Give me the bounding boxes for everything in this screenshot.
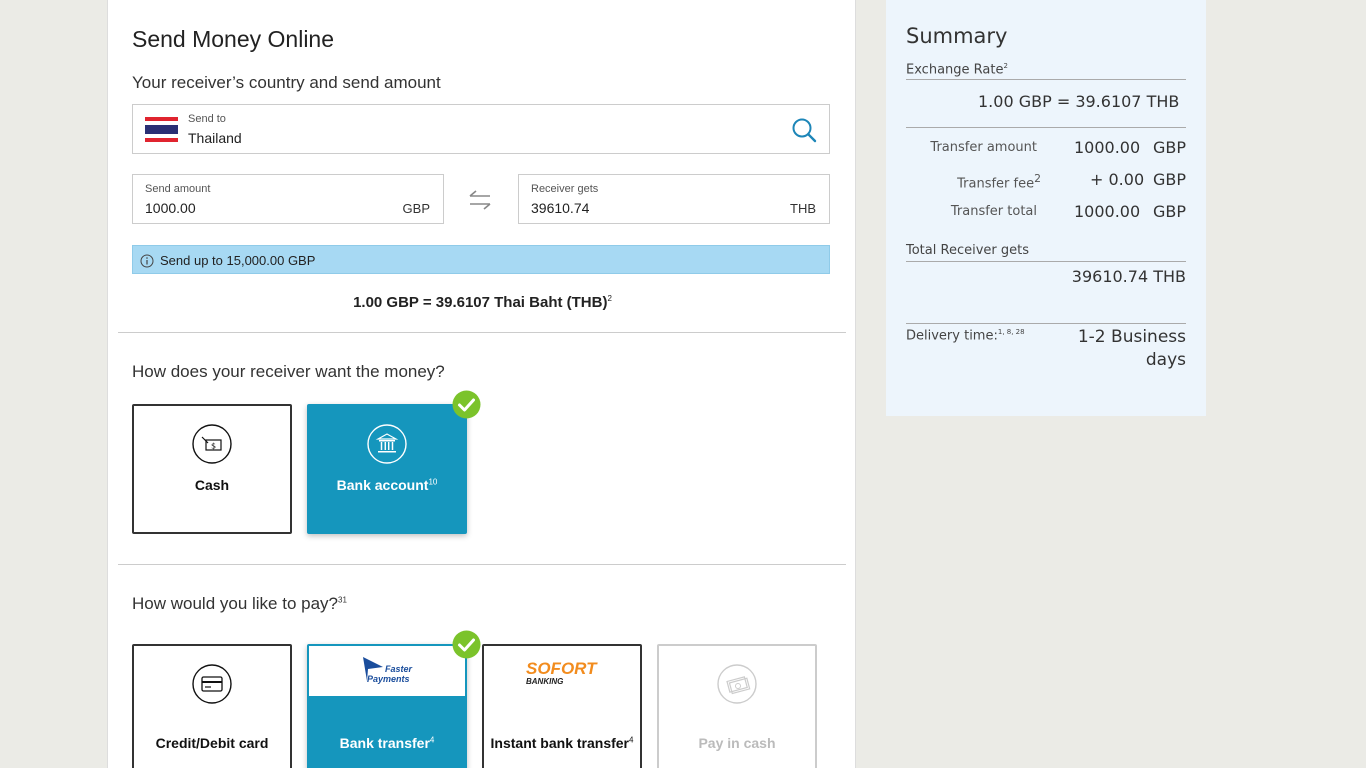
exchange-rate-line: 1.00 GBP = 39.6107 Thai Baht (THB)2 xyxy=(108,294,855,311)
summary-divider xyxy=(906,261,1186,262)
delivery-time-label-text: Delivery time: xyxy=(906,328,998,344)
country-amount-heading: Your receiver’s country and send amount xyxy=(132,73,441,92)
transfer-total-currency: GBP xyxy=(1152,202,1186,221)
delivery-time-label: Delivery time:1, 8, 28 xyxy=(906,328,1025,343)
exchange-rate-footnote[interactable]: 2 xyxy=(1003,62,1007,70)
pay-option-cash-label: Pay in cash xyxy=(659,735,815,751)
receive-method-heading: How does your receiver want the money? xyxy=(132,362,445,381)
pay-option-card-label: Credit/Debit card xyxy=(134,735,290,751)
exchange-rate-value: 1.00 GBP = 39.6107 THB xyxy=(978,92,1180,111)
send-to-label: Send to xyxy=(188,113,226,125)
pay-option-card-text: Credit/Debit card xyxy=(155,735,269,751)
delivery-time-value-line2: days xyxy=(1145,350,1186,370)
total-receiver-label: Total Receiver gets xyxy=(906,243,1029,258)
pay-option-bank-transfer-label: Bank transfer4 xyxy=(309,735,465,751)
faster-logo-text: Faster xyxy=(385,664,413,674)
pay-option-instant-transfer[interactable]: SOFORT BANKING Instant bank transfer4 xyxy=(482,644,642,768)
pay-method-heading: How would you like to pay?31 xyxy=(132,594,347,614)
receive-option-bank-footnote: 10 xyxy=(428,477,438,487)
send-amount-label: Send amount xyxy=(145,183,211,195)
transfer-total-value: 1000.00 xyxy=(1074,202,1141,221)
cash-bills-icon xyxy=(717,664,757,704)
send-limit-text: Send up to 15,000.00 GBP xyxy=(160,253,316,268)
bank-icon xyxy=(367,424,407,464)
sofort-logo-text: SOFORT xyxy=(526,659,598,678)
send-amount-field[interactable]: Send amount 1000.00 GBP xyxy=(132,174,444,224)
receiver-currency: THB xyxy=(790,201,816,216)
thailand-flag-icon xyxy=(145,117,178,142)
svg-text:$: $ xyxy=(211,442,216,451)
pay-option-bank-transfer[interactable]: Faster Payments Bank transfer4 xyxy=(307,644,467,768)
receive-option-bank-label: Bank account10 xyxy=(309,477,465,493)
faster-payments-logo-area: Faster Payments xyxy=(309,646,465,696)
total-receiver-value: 39610.74 THB xyxy=(1071,267,1186,286)
payments-logo-text: Payments xyxy=(367,674,410,684)
pay-method-text: How would you like to pay? xyxy=(132,594,339,613)
receive-option-cash-label: Cash xyxy=(134,477,290,493)
receiver-gets-field[interactable]: Receiver gets 39610.74 THB xyxy=(518,174,830,224)
summary-divider xyxy=(906,127,1186,128)
faster-payments-logo: Faster Payments xyxy=(363,657,413,684)
pay-option-instant-text: Instant bank transfer xyxy=(490,735,630,751)
exchange-rate-text: 1.00 GBP = 39.6107 Thai Baht (THB) xyxy=(353,294,608,311)
send-to-field[interactable]: Send to Thailand xyxy=(132,104,830,154)
credit-card-icon xyxy=(192,664,232,704)
pay-option-card[interactable]: Credit/Debit card xyxy=(132,644,292,768)
pay-option-bank-transfer-text: Bank transfer xyxy=(339,735,430,751)
rate-footnote[interactable]: 2 xyxy=(607,294,611,303)
selected-check-icon xyxy=(452,390,481,419)
transfer-amount-value: 1000.00 xyxy=(1074,138,1141,157)
pay-option-bank-transfer-footnote: 4 xyxy=(429,735,435,745)
transfer-fee-value: + 0.00 xyxy=(1090,170,1145,189)
send-money-panel: Send Money Online Your receiver’s countr… xyxy=(107,0,856,768)
exchange-rate-label: Exchange Rate2 xyxy=(906,62,1008,77)
exchange-rate-label-text: Exchange Rate xyxy=(906,62,1004,78)
receive-option-bank-account[interactable]: Bank account10 xyxy=(307,404,467,534)
pay-method-footnote[interactable]: 31 xyxy=(338,595,347,604)
info-icon xyxy=(140,254,154,268)
banking-logo-text: BANKING xyxy=(526,677,563,686)
swap-arrows-icon[interactable] xyxy=(466,188,494,212)
transfer-fee-footnote[interactable]: 2 xyxy=(1034,172,1041,185)
send-to-value: Thailand xyxy=(188,130,242,146)
pay-option-instant-label: Instant bank transfer4 xyxy=(484,735,640,751)
receive-option-bank-text: Bank account xyxy=(336,477,429,493)
receive-option-cash-text: Cash xyxy=(194,477,230,493)
transfer-fee-label: Transfer fee2 xyxy=(957,172,1041,191)
transfer-fee-label-text: Transfer fee xyxy=(957,176,1035,192)
pay-option-cash-text: Pay in cash xyxy=(698,735,776,751)
delivery-time-footnote[interactable]: 1, 8, 28 xyxy=(998,328,1025,336)
summary-panel: Summary Exchange Rate2 1.00 GBP = 39.610… xyxy=(886,0,1206,416)
transfer-fee-currency: GBP xyxy=(1152,170,1186,189)
transfer-total-label: Transfer total xyxy=(950,204,1037,219)
delivery-time-value-line1: 1-2 Business xyxy=(1077,327,1186,347)
receiver-gets-label: Receiver gets xyxy=(531,183,599,195)
send-amount-input[interactable]: 1000.00 xyxy=(145,200,196,216)
receiver-gets-input[interactable]: 39610.74 xyxy=(531,200,589,216)
summary-divider xyxy=(906,323,1186,324)
section-divider xyxy=(118,564,846,565)
receive-option-cash[interactable]: $ Cash xyxy=(132,404,292,534)
summary-title: Summary xyxy=(906,24,1008,48)
transfer-amount-currency: GBP xyxy=(1152,138,1186,157)
sofort-logo: SOFORT BANKING xyxy=(526,659,598,686)
search-icon[interactable] xyxy=(791,117,817,143)
pay-option-instant-footnote: 4 xyxy=(629,735,634,745)
page-title: Send Money Online xyxy=(132,26,335,52)
send-currency: GBP xyxy=(402,201,430,216)
transfer-amount-label: Transfer amount xyxy=(930,140,1037,155)
section-divider xyxy=(118,332,846,333)
selected-check-icon xyxy=(452,630,481,659)
pay-option-cash: Pay in cash xyxy=(657,644,817,768)
cash-hand-icon: $ xyxy=(192,424,232,464)
summary-divider xyxy=(906,79,1186,80)
send-limit-banner: Send up to 15,000.00 GBP xyxy=(132,245,830,274)
